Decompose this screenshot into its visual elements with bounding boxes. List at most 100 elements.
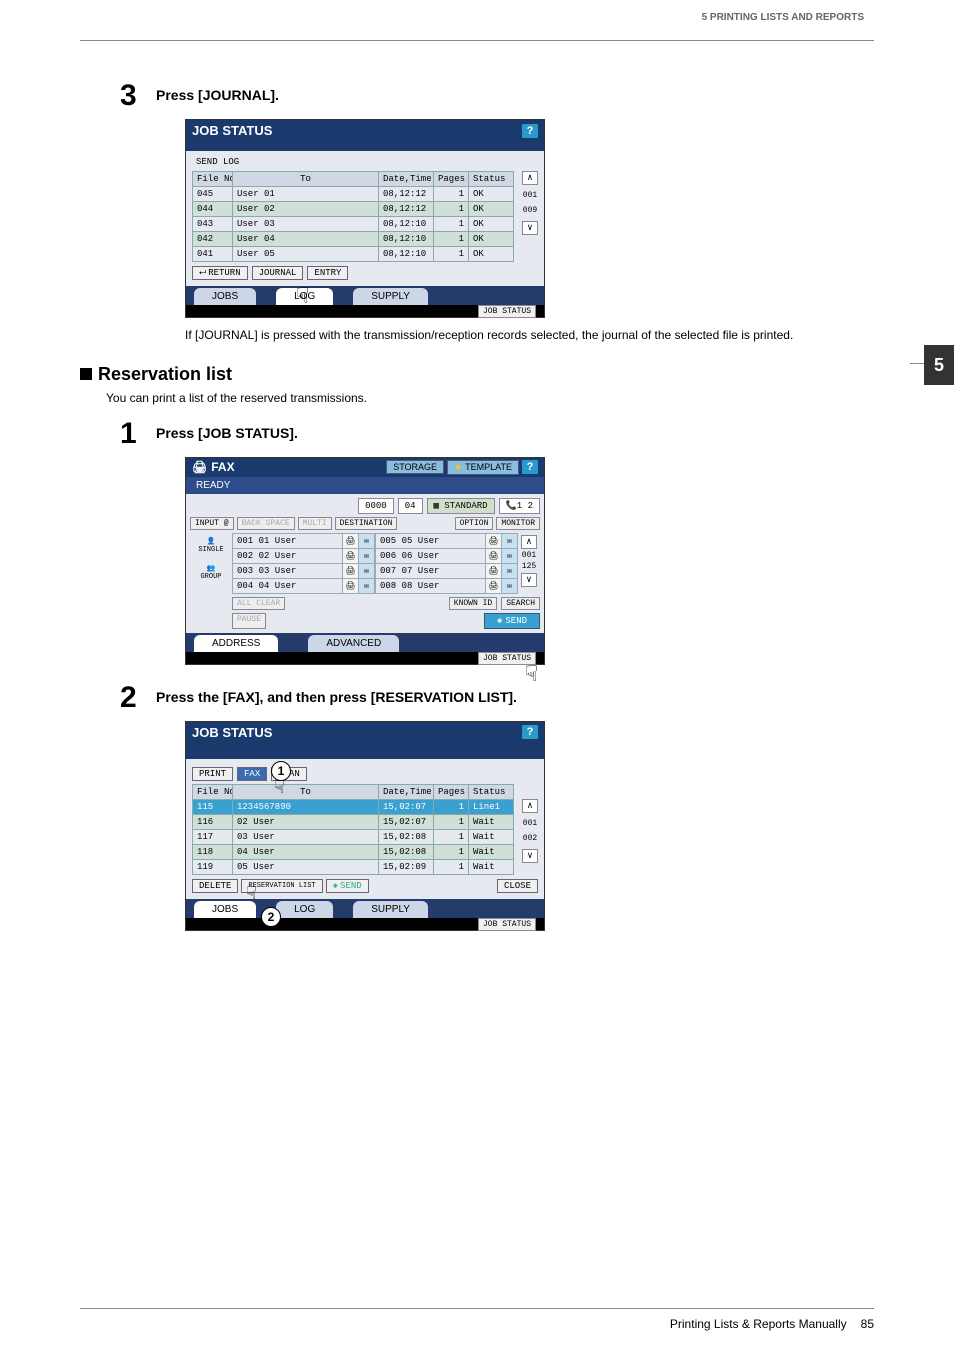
scroll-down-icon[interactable]: ∨ xyxy=(522,849,538,863)
return-button[interactable]: ⮠ RETURN xyxy=(192,266,248,280)
mail-icon[interactable]: ✉ xyxy=(358,534,374,548)
table-row[interactable]: 042User 0408,12:101OK xyxy=(193,232,514,247)
mail-icon[interactable]: ✉ xyxy=(501,579,517,593)
col-to: To xyxy=(233,172,379,187)
step-2: 2 Press the [FAX], and then press [RESER… xyxy=(120,683,874,713)
tab-log[interactable]: LOG xyxy=(276,901,333,918)
jobstatus-pill[interactable]: JOB STATUS xyxy=(478,918,536,931)
monitor-button[interactable]: MONITOR xyxy=(496,517,540,530)
sendlog-label: SEND LOG xyxy=(196,157,538,167)
single-icon[interactable]: 👤SINGLE xyxy=(198,537,223,554)
header-rule xyxy=(80,40,874,41)
fax-ready-label: READY xyxy=(186,477,544,494)
step-3: 3 Press [JOURNAL]. xyxy=(120,81,874,111)
fax-icon[interactable]: 🖨 xyxy=(485,534,501,548)
window-title: JOB STATUS xyxy=(192,123,272,138)
fax-icon[interactable]: 🖨 xyxy=(342,534,358,548)
table-row[interactable]: 041User 0508,12:101OK xyxy=(193,247,514,262)
fax-icon[interactable]: 🖨 xyxy=(342,579,358,593)
user-row[interactable]: 006 06 User🖨✉ xyxy=(376,549,517,564)
scroll-top-num: 001 xyxy=(523,819,537,828)
pause-button[interactable]: PAUSE xyxy=(232,613,266,629)
fax-job-table: File No. To Date,Time Pages Status 11512… xyxy=(192,784,514,875)
section-reservation-list: Reservation list xyxy=(80,364,874,385)
search-button[interactable]: SEARCH xyxy=(501,597,540,610)
mail-icon[interactable]: ✉ xyxy=(358,549,374,563)
user-row[interactable]: 007 07 User🖨✉ xyxy=(376,564,517,579)
table-row[interactable]: 044User 0208,12:121OK xyxy=(193,202,514,217)
step-text: Press [JOB STATUS]. xyxy=(156,419,298,441)
tab-jobs[interactable]: JOBS xyxy=(194,288,256,305)
group-icon[interactable]: 👥GROUP xyxy=(200,564,221,581)
table-row[interactable]: 11703 User15,02:081Wait xyxy=(193,829,514,844)
table-row[interactable]: 043User 0308,12:101OK xyxy=(193,217,514,232)
user-row[interactable]: 005 05 User🖨✉ xyxy=(376,534,517,549)
standard-button[interactable]: ▦ STANDARD xyxy=(427,498,495,514)
table-row[interactable]: 11905 User15,02:091Wait xyxy=(193,859,514,874)
print-tab[interactable]: PRINT xyxy=(192,767,233,781)
jobstatus-pill[interactable]: JOB STATUS xyxy=(478,305,536,318)
entry-button[interactable]: ENTRY xyxy=(307,266,348,280)
section-desc: You can print a list of the reserved tra… xyxy=(106,391,874,405)
scroll-bot-num: 125 xyxy=(522,562,536,571)
scroll-up-icon[interactable]: ∧ xyxy=(522,799,538,813)
step-1: 1 Press [JOB STATUS]. xyxy=(120,419,874,449)
send-button[interactable]: ◈ SEND xyxy=(484,613,540,629)
fax-icon[interactable]: 🖨 xyxy=(342,564,358,578)
tab-advanced[interactable]: ADVANCED xyxy=(308,635,399,652)
table-row[interactable]: 115123456789015,02:071Line1 xyxy=(193,799,514,814)
template-button[interactable]: ★TEMPLATE xyxy=(447,460,519,475)
fax-tab[interactable]: FAX xyxy=(237,767,267,781)
callout-2: 2 xyxy=(261,907,281,927)
col-fileno: File No. xyxy=(193,784,233,799)
knownid-button[interactable]: KNOWN ID xyxy=(449,597,497,610)
fax-icon[interactable]: 🖨 xyxy=(342,549,358,563)
fax-icon[interactable]: 🖨 xyxy=(485,564,501,578)
mail-icon[interactable]: ✉ xyxy=(501,564,517,578)
allclear-button[interactable]: ALL CLEAR xyxy=(232,597,285,610)
option-button[interactable]: OPTION xyxy=(455,517,494,530)
backspace-button[interactable]: BACK SPACE xyxy=(237,517,295,530)
col-fileno: File No. xyxy=(193,172,233,187)
tab-supply[interactable]: SUPPLY xyxy=(353,901,428,918)
fax-icon[interactable]: 🖨 xyxy=(485,549,501,563)
delete-button[interactable]: DELETE xyxy=(192,879,238,893)
mail-icon[interactable]: ✉ xyxy=(358,564,374,578)
user-row[interactable]: 008 08 User🖨✉ xyxy=(376,579,517,593)
table-row[interactable]: 11804 User15,02:081Wait xyxy=(193,844,514,859)
multi-button[interactable]: MULTI xyxy=(298,517,332,530)
user-row[interactable]: 004 04 User🖨✉ xyxy=(233,579,374,593)
destination-button[interactable]: DESTINATION xyxy=(335,517,398,530)
send-button[interactable]: ◈ SEND xyxy=(326,879,369,893)
scroll-up-icon[interactable]: ∧ xyxy=(522,171,538,185)
window-title: JOB STATUS xyxy=(192,725,272,740)
square-bullet-icon xyxy=(80,368,92,380)
star-icon: ★ xyxy=(454,462,462,473)
help-icon[interactable]: ? xyxy=(522,460,538,474)
tab-address[interactable]: ADDRESS xyxy=(194,635,278,652)
mail-icon[interactable]: ✉ xyxy=(358,579,374,593)
scroll-up-icon[interactable]: ∧ xyxy=(521,535,537,549)
tab-supply[interactable]: SUPPLY xyxy=(353,288,428,305)
screenshot-jobstatus-fax: JOB STATUS ? PRINT FAX SCAN 1 ☟ File No.… xyxy=(185,721,545,931)
scroll-bot-num: 009 xyxy=(523,206,537,215)
journal-button[interactable]: JOURNAL xyxy=(252,266,304,280)
fax-icon[interactable]: 🖨 xyxy=(485,579,501,593)
help-icon[interactable]: ? xyxy=(522,725,538,739)
user-row[interactable]: 001 01 User🖨✉ xyxy=(233,534,374,549)
user-row[interactable]: 002 02 User🖨✉ xyxy=(233,549,374,564)
display-page: 04 xyxy=(398,498,423,514)
mail-icon[interactable]: ✉ xyxy=(501,534,517,548)
scroll-down-icon[interactable]: ∨ xyxy=(521,573,537,587)
close-button[interactable]: CLOSE xyxy=(497,879,538,893)
mail-icon[interactable]: ✉ xyxy=(501,549,517,563)
storage-button[interactable]: STORAGE xyxy=(386,460,444,474)
page-number: 85 xyxy=(861,1317,874,1331)
table-row[interactable]: 045User 0108,12:121OK xyxy=(193,187,514,202)
user-row[interactable]: 003 03 User🖨✉ xyxy=(233,564,374,579)
scroll-down-icon[interactable]: ∨ xyxy=(522,221,538,235)
table-row[interactable]: 11602 User15,02:071Wait xyxy=(193,814,514,829)
help-icon[interactable]: ? xyxy=(522,124,538,138)
input-button[interactable]: INPUT @ xyxy=(190,517,234,530)
col-status: Status xyxy=(469,172,514,187)
